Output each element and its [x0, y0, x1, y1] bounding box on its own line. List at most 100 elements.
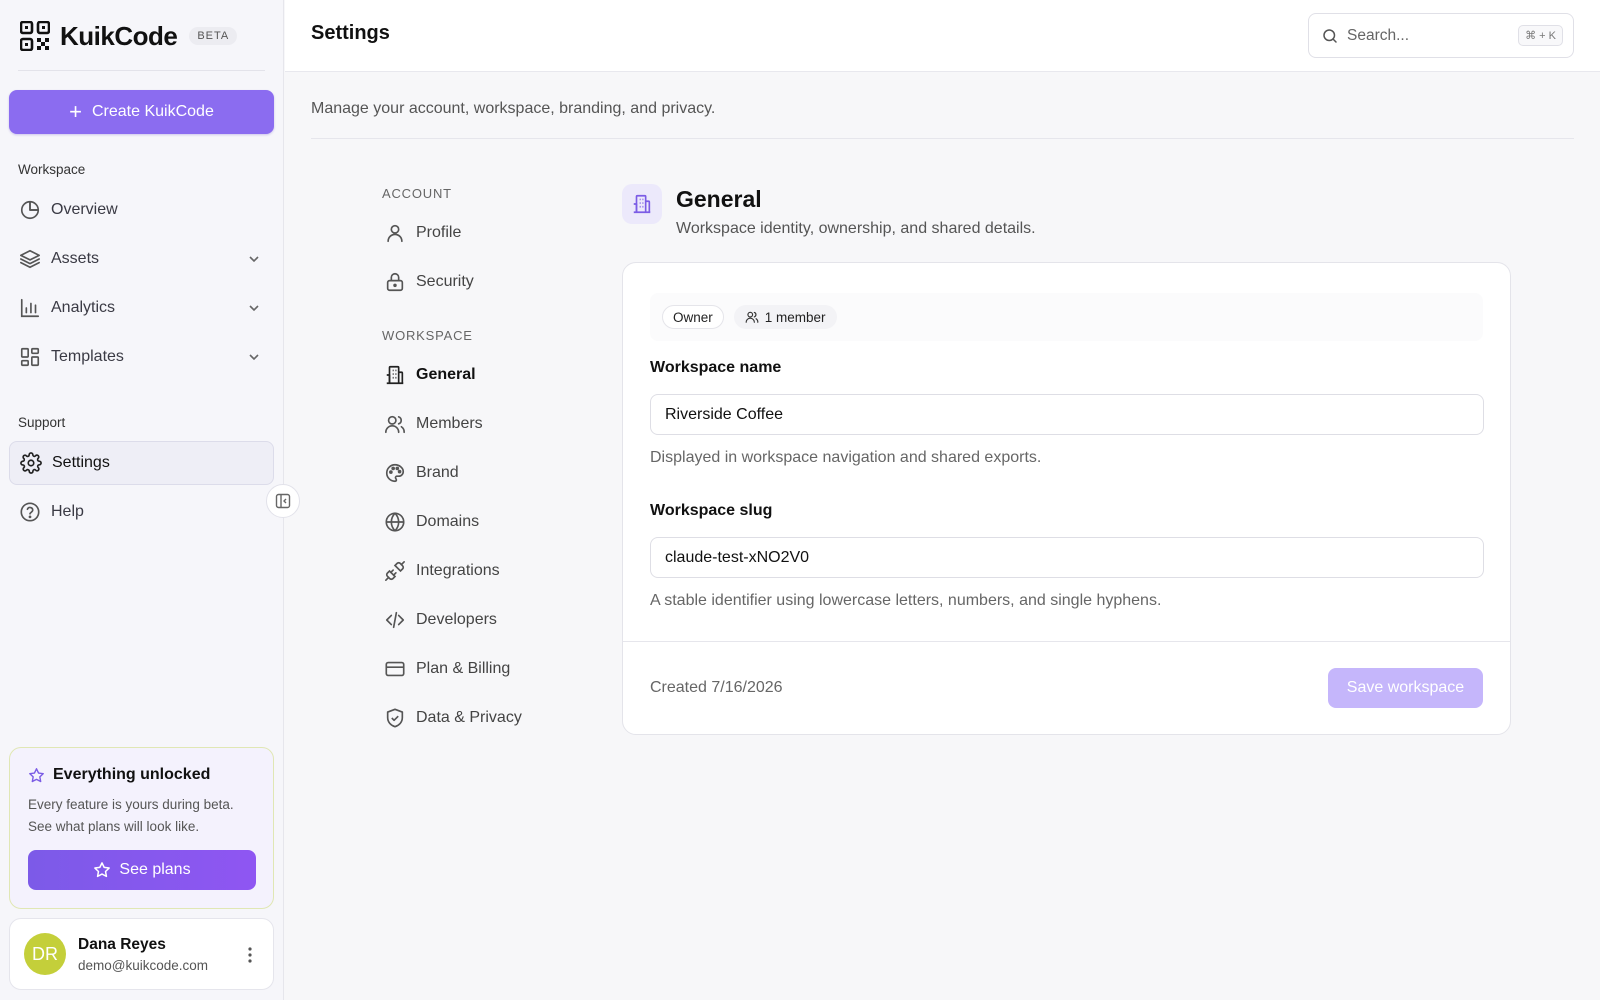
settings-nav-label: Profile — [416, 224, 462, 241]
avatar: DR — [24, 933, 66, 975]
support-section-label: Support — [18, 415, 66, 430]
more-vertical-icon[interactable] — [241, 945, 259, 965]
divider — [623, 641, 1510, 642]
sidebar-item-label: Overview — [51, 201, 118, 218]
search-icon — [1323, 28, 1337, 43]
sidebar-collapse-icon — [275, 493, 291, 509]
workspace-name-help: Displayed in workspace navigation and sh… — [650, 449, 1042, 466]
settings-nav-label: Brand — [416, 464, 459, 481]
sidebar-item-overview[interactable]: Overview — [9, 188, 274, 232]
building-icon — [386, 365, 404, 385]
promo-text: Every feature is yours during beta. See … — [28, 797, 234, 834]
chevron-down-icon[interactable] — [246, 251, 262, 267]
settings-nav-label: Data & Privacy — [416, 709, 522, 726]
plus-icon: + — [69, 99, 82, 124]
settings-nav-members[interactable]: Members — [384, 406, 483, 442]
sidebar-item-analytics[interactable]: Analytics — [9, 286, 274, 330]
search-box[interactable]: ⌘ + K — [1308, 13, 1574, 58]
page-subtitle: Manage your account, workspace, branding… — [311, 100, 716, 117]
top-bar: Settings ⌘ + K — [285, 0, 1600, 72]
bar-chart-icon — [20, 298, 40, 318]
help-circle-icon — [20, 502, 40, 522]
settings-nav-profile[interactable]: Profile — [384, 215, 461, 251]
settings-nav-general[interactable]: General — [384, 357, 476, 393]
code-icon — [385, 611, 405, 629]
role-badge: Owner — [662, 305, 724, 329]
settings-nav-label: Security — [416, 273, 474, 290]
members-count: 1 member — [764, 309, 826, 325]
star-icon — [29, 767, 44, 782]
see-plans-button[interactable]: See plans — [28, 850, 256, 890]
users-icon — [745, 311, 759, 323]
sidebar-item-label: Help — [51, 503, 84, 520]
divider — [311, 138, 1574, 139]
user-card[interactable]: DR Dana Reyes demo@kuikcode.com — [9, 918, 274, 990]
created-date: Created 7/16/2026 — [650, 679, 783, 696]
account-section-label: ACCOUNT — [382, 186, 452, 201]
user-info: Dana Reyes demo@kuikcode.com — [78, 936, 208, 973]
settings-nav-label: Developers — [416, 611, 497, 628]
user-icon — [387, 224, 403, 243]
badge-row: Owner 1 member — [650, 293, 1483, 341]
settings-nav-developers[interactable]: Developers — [384, 602, 497, 638]
search-shortcut-hint: ⌘ + K — [1518, 25, 1563, 46]
lock-icon — [386, 272, 404, 292]
workspace-section-label: Workspace — [18, 162, 86, 177]
sidebar-item-templates[interactable]: Templates — [9, 335, 274, 379]
save-workspace-button[interactable]: Save workspace — [1328, 668, 1483, 708]
settings-nav-integrations[interactable]: Integrations — [384, 553, 500, 589]
workspace-slug-help: A stable identifier using lowercase lett… — [650, 592, 1162, 609]
credit-card-icon — [385, 661, 405, 677]
members-badge: 1 member — [733, 305, 837, 329]
sidebar-item-label: Analytics — [51, 299, 116, 316]
workspace-name-label: Workspace name — [650, 359, 782, 376]
plug-icon — [385, 561, 405, 581]
layers-icon — [20, 249, 40, 269]
sidebar-item-help[interactable]: Help — [9, 490, 274, 534]
beta-badge: BETA — [189, 27, 238, 45]
settings-nav-domains[interactable]: Domains — [384, 504, 479, 540]
sidebar-item-assets[interactable]: Assets — [9, 237, 274, 281]
gear-icon — [20, 452, 42, 474]
settings-nav-label: Plan & Billing — [416, 660, 511, 677]
building-icon — [633, 194, 651, 214]
sidebar-item-label: Templates — [51, 348, 124, 365]
section-title: General — [676, 186, 762, 212]
sidebar-item-label: Settings — [52, 454, 110, 471]
palette-icon — [386, 463, 405, 483]
settings-nav-label: Members — [416, 415, 483, 432]
sidebar-item-settings[interactable]: Settings — [9, 441, 274, 485]
collapse-sidebar-button[interactable] — [266, 484, 300, 518]
sidebar: KuikCode BETA + Create KuikCode Workspac… — [0, 0, 284, 1000]
divider — [18, 70, 265, 71]
settings-nav-brand[interactable]: Brand — [384, 455, 459, 491]
workspace-settings-card: Owner 1 member Workspace name Displayed … — [622, 262, 1511, 735]
globe-icon — [385, 512, 405, 532]
search-input[interactable] — [1347, 26, 1507, 45]
sidebar-item-label: Assets — [51, 250, 100, 267]
promo-title: Everything unlocked — [28, 766, 255, 784]
user-name: Dana Reyes — [78, 935, 166, 953]
brand-logo[interactable]: KuikCode BETA — [20, 18, 238, 54]
workspace-slug-input[interactable] — [650, 537, 1484, 578]
settings-nav-security[interactable]: Security — [384, 264, 474, 300]
user-email: demo@kuikcode.com — [78, 957, 209, 973]
settings-nav-data-privacy[interactable]: Data & Privacy — [384, 700, 522, 736]
settings-nav-label: General — [416, 366, 476, 383]
workspace-name-input[interactable] — [650, 394, 1484, 435]
shield-check-icon — [386, 708, 404, 728]
create-kuikcode-button[interactable]: + Create KuikCode — [9, 90, 274, 134]
workspace-nav-section-label: WORKSPACE — [382, 328, 473, 343]
promo-title-text: Everything unlocked — [53, 766, 211, 783]
star-icon — [94, 862, 111, 878]
settings-nav-label: Integrations — [416, 562, 500, 579]
page-title: Settings — [311, 22, 390, 44]
see-plans-label: See plans — [119, 861, 191, 878]
brand-name: KuikCode — [60, 20, 178, 51]
settings-nav-label: Domains — [416, 513, 480, 530]
chevron-down-icon[interactable] — [246, 349, 262, 365]
layout-icon — [20, 347, 40, 367]
chevron-down-icon[interactable] — [246, 300, 262, 316]
settings-nav-plan-billing[interactable]: Plan & Billing — [384, 651, 510, 687]
general-section-icon — [622, 184, 662, 224]
